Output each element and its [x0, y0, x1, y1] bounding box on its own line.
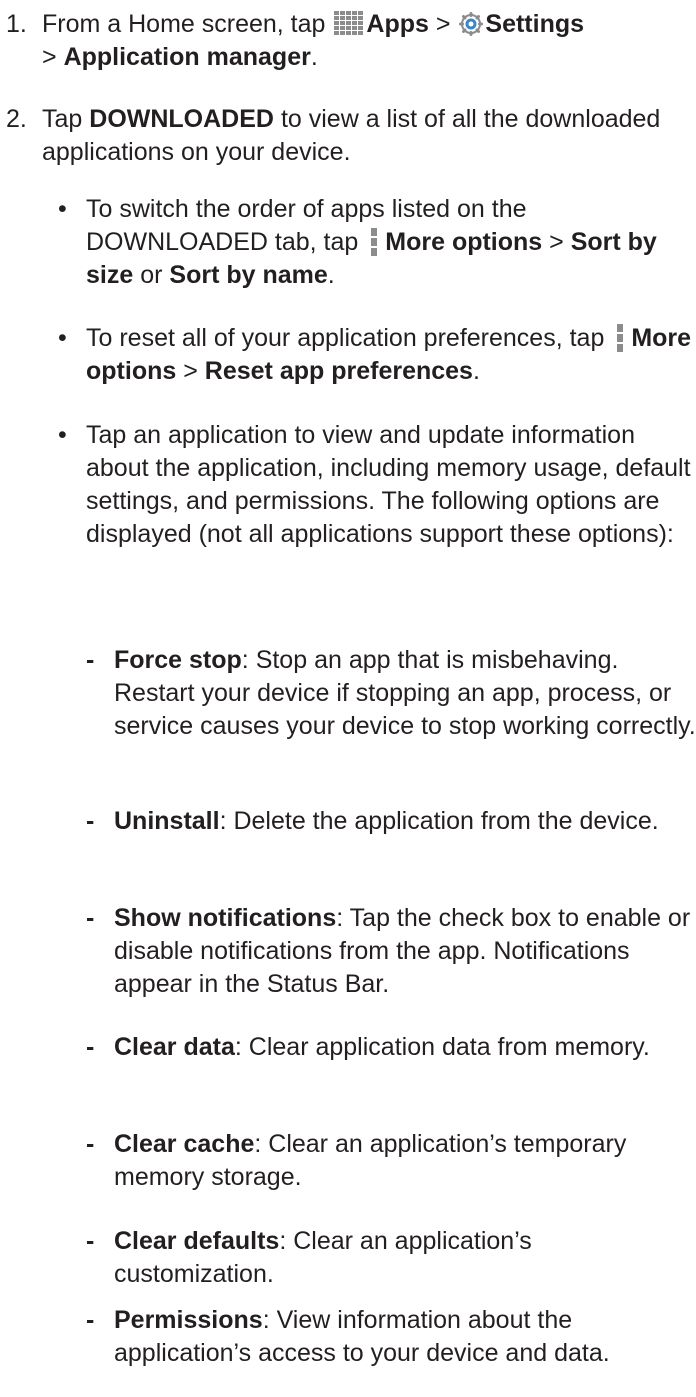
dash-mark: - — [86, 1033, 95, 1061]
dash-mark: - — [86, 807, 95, 835]
option-term: Clear defaults — [114, 1227, 280, 1255]
bullet-text: To switch the order of apps listed on th… — [86, 195, 657, 289]
more-options-icon — [371, 228, 378, 256]
step-text: Tap DOWNLOADED to view a list of all the… — [42, 105, 661, 166]
option-desc: : Clear application data from memory. — [234, 1033, 650, 1061]
option-term: Force stop — [114, 646, 242, 674]
bullet-text: Tap an application to view and update in… — [86, 421, 691, 548]
apps-grid-icon — [334, 11, 364, 35]
step-number: 1. — [6, 10, 27, 38]
bullet-dot: • — [58, 195, 67, 223]
document-page: 1. From a Home screen, tap Apps > Settin… — [0, 0, 696, 1397]
more-options-icon — [617, 324, 624, 352]
option-term: Permissions — [114, 1306, 263, 1334]
dash-mark: - — [86, 904, 95, 932]
option-term: Uninstall — [114, 807, 220, 835]
bullet-dot: • — [58, 421, 67, 449]
bullet-dot: • — [58, 324, 67, 352]
step-number: 2. — [6, 105, 27, 133]
dash-mark: - — [86, 1306, 95, 1334]
option-term: Clear data — [114, 1033, 235, 1061]
dash-mark: - — [86, 1130, 95, 1158]
step-text: From a Home screen, tap Apps > Settings … — [42, 10, 585, 71]
option-term: Show notifications — [114, 904, 337, 932]
settings-gear-icon — [459, 12, 484, 36]
bullet-text: To reset all of your application prefere… — [86, 324, 692, 385]
option-desc: : Delete the application from the device… — [219, 807, 659, 835]
dash-mark: - — [86, 1227, 95, 1255]
option-term: Clear cache — [114, 1130, 255, 1158]
dash-mark: - — [86, 646, 95, 674]
